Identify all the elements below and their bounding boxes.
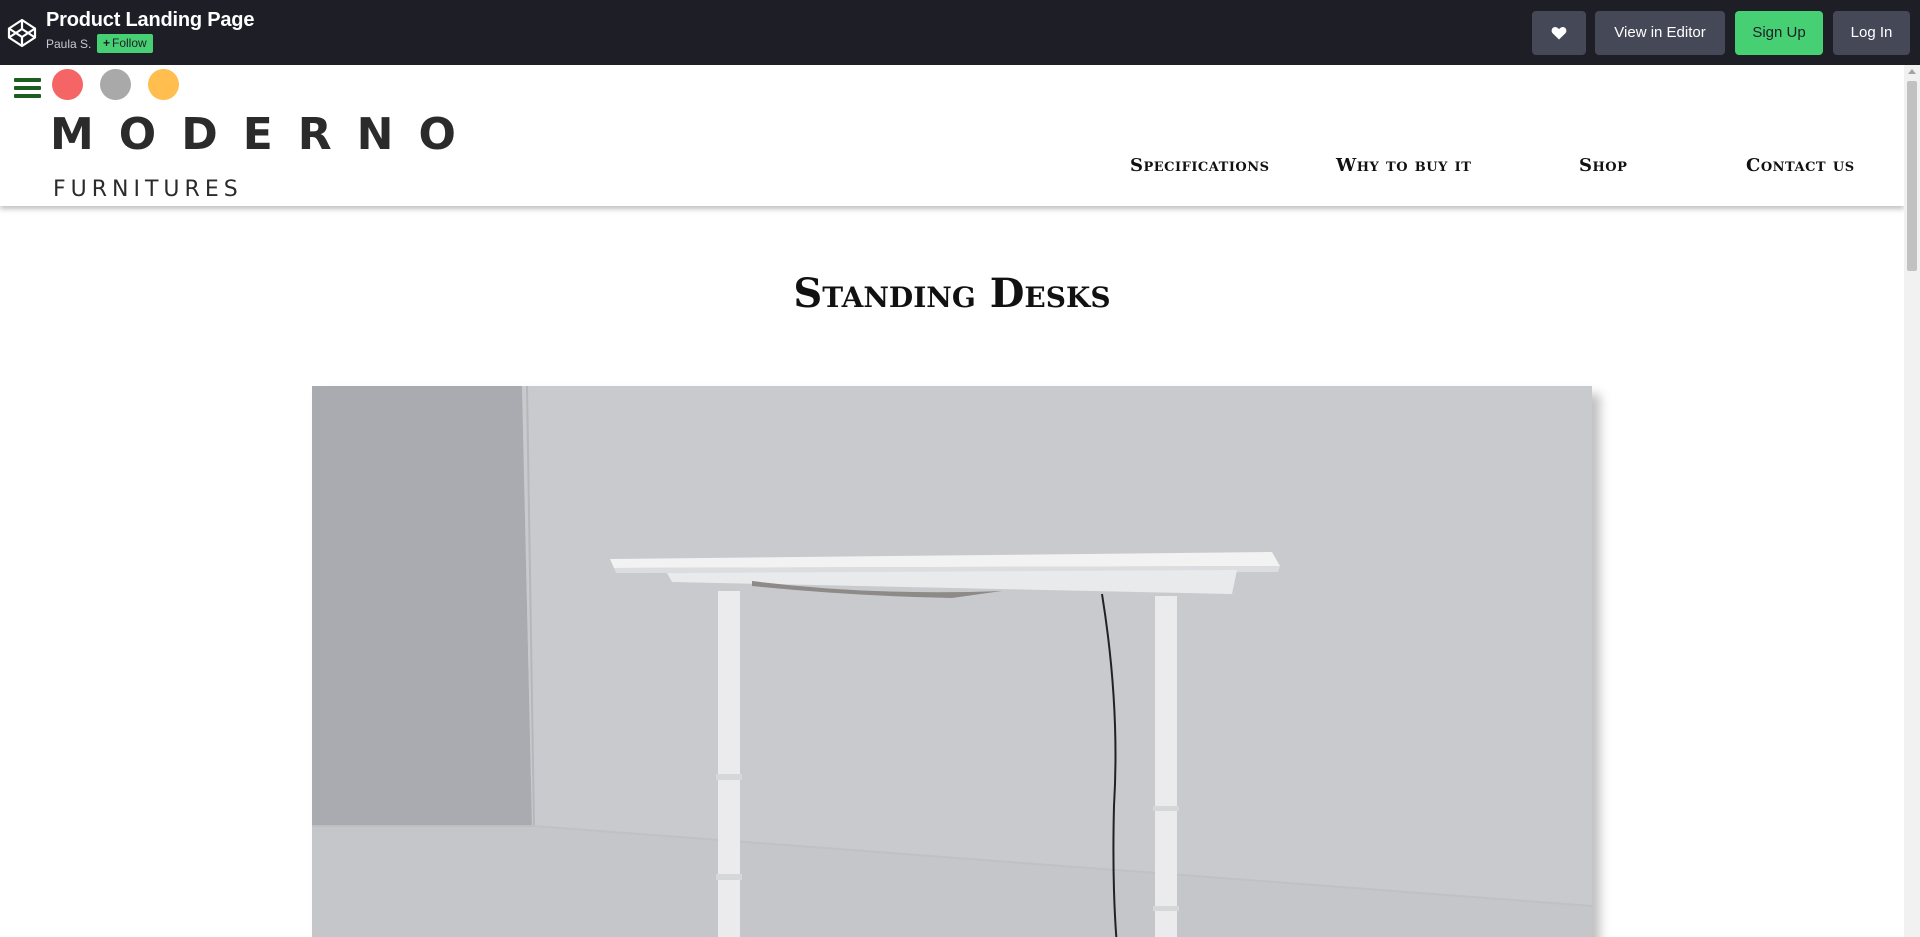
grey-dot (100, 69, 131, 100)
page-preview: MODERNO FURNITURES Specifications Why to… (0, 65, 1920, 937)
standing-desk-photo (312, 386, 1592, 937)
pen-author[interactable]: Paula S. (46, 37, 91, 51)
nav-link-why-to-buy[interactable]: Why to buy it (1336, 155, 1471, 176)
heart-icon (1551, 27, 1567, 40)
view-in-editor-button[interactable]: View in Editor (1595, 11, 1725, 55)
page-title: Standing Desks (793, 270, 1111, 317)
plus-icon: + (103, 36, 111, 50)
yellow-dot (148, 69, 179, 100)
logo-tagline: FURNITURES (53, 177, 243, 202)
log-in-button[interactable]: Log In (1833, 11, 1910, 55)
logo-wordmark[interactable]: MODERNO (50, 109, 481, 160)
scroll-thumb[interactable] (1907, 81, 1917, 271)
site-header: MODERNO FURNITURES Specifications Why to… (0, 65, 1904, 206)
scroll-up-icon[interactable] (1908, 69, 1916, 74)
heart-button[interactable] (1532, 11, 1586, 55)
sign-up-button[interactable]: Sign Up (1735, 11, 1823, 55)
nav-link-contact[interactable]: Contact us (1746, 155, 1855, 176)
hamburger-menu-icon[interactable] (14, 78, 41, 100)
nav-link-shop[interactable]: Shop (1579, 155, 1627, 176)
red-dot (52, 69, 83, 100)
follow-label: Follow (112, 36, 147, 50)
scrollbar[interactable] (1904, 65, 1920, 937)
codepen-logo-icon[interactable] (6, 17, 38, 49)
pen-title: Product Landing Page (46, 9, 255, 31)
nav-link-specifications[interactable]: Specifications (1130, 155, 1270, 176)
follow-button[interactable]: + Follow (97, 34, 153, 53)
codepen-header: Product Landing Page Paula S. + Follow Vi… (0, 0, 1920, 65)
